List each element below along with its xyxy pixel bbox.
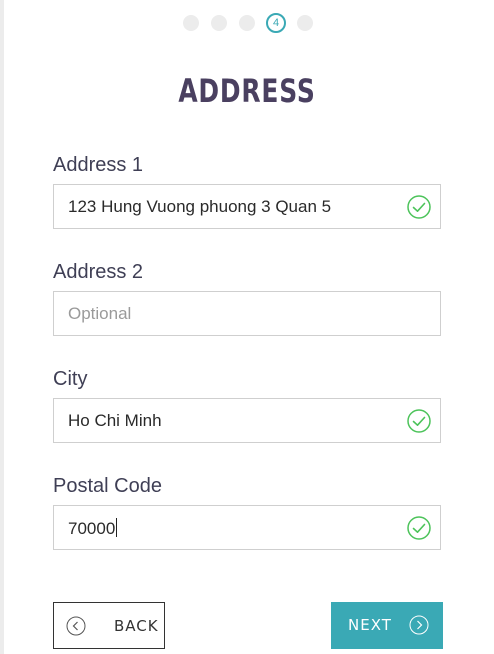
postal-code-value: 70000 — [68, 519, 116, 538]
chevron-left-circle-icon — [66, 616, 86, 636]
postal-code-field[interactable]: 70000 — [53, 505, 441, 550]
check-circle-icon — [407, 516, 431, 540]
next-button[interactable]: NEXT — [331, 602, 443, 649]
next-button-label: NEXT — [348, 616, 392, 634]
check-circle-icon — [407, 409, 431, 433]
back-button[interactable]: BACK — [53, 602, 165, 649]
text-caret — [116, 518, 118, 537]
chevron-right-circle-icon — [409, 615, 429, 635]
back-button-label: BACK — [114, 617, 159, 635]
step-dot-1[interactable] — [183, 15, 199, 31]
step-indicator: 4 — [0, 13, 494, 33]
address2-field[interactable]: Optional — [53, 291, 441, 336]
postal-code-value-wrap: 70000 — [68, 518, 118, 539]
city-field[interactable]: Ho Chi Minh — [53, 398, 441, 443]
city-value: Ho Chi Minh — [68, 411, 162, 430]
check-circle-icon — [407, 195, 431, 219]
step-dot-3[interactable] — [239, 15, 255, 31]
page-title: ADDRESS — [178, 72, 316, 110]
city-label: City — [53, 368, 88, 390]
step-dot-5[interactable] — [297, 15, 313, 31]
address1-label: Address 1 — [53, 154, 144, 176]
left-border — [0, 0, 4, 654]
postal-code-label: Postal Code — [53, 475, 162, 497]
address2-placeholder: Optional — [68, 304, 132, 323]
step-dot-current[interactable]: 4 — [266, 13, 286, 33]
address2-label: Address 2 — [53, 261, 144, 283]
step-dot-2[interactable] — [211, 15, 227, 31]
address1-field[interactable]: 123 Hung Vuong phuong 3 Quan 5 — [53, 184, 441, 229]
address1-value: 123 Hung Vuong phuong 3 Quan 5 — [68, 197, 332, 216]
